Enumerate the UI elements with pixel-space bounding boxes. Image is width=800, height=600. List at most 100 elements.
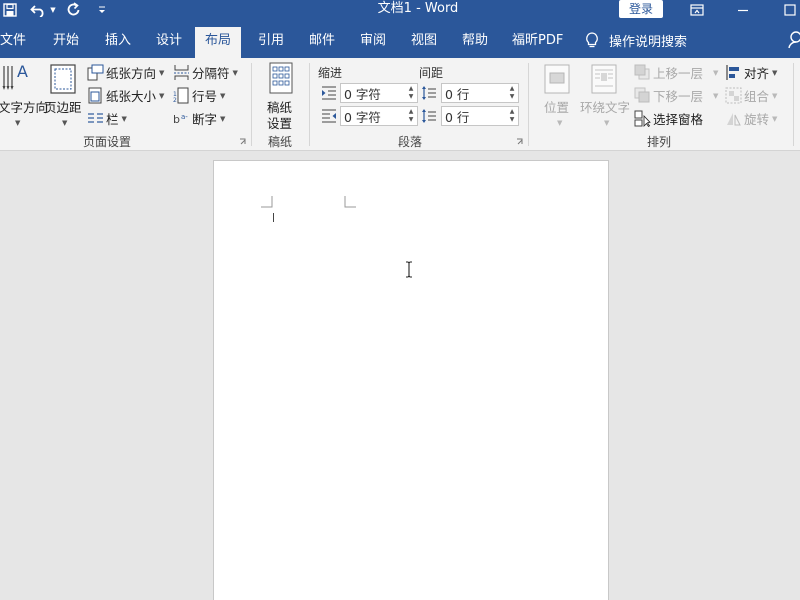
tab-file[interactable]: 文件 (0, 27, 28, 58)
chevron-down-icon: ▼ (62, 119, 68, 127)
spinner-arrows[interactable]: ▲ ▼ (508, 108, 516, 124)
svg-text:A: A (17, 62, 28, 81)
ribbon-display-options-icon[interactable] (687, 0, 707, 19)
hyphenation-button[interactable]: b a- 断字 ▼ (173, 109, 225, 128)
hyphenation-label: 断字 (192, 112, 218, 127)
tab-view[interactable]: 视图 (409, 27, 439, 58)
customize-qat-icon[interactable] (96, 0, 108, 19)
tell-me-search[interactable]: 操作说明搜索 (585, 27, 687, 54)
group-objects-button[interactable]: 组合 ▼ (725, 86, 777, 105)
spinner-arrows[interactable]: ▲ ▼ (407, 85, 415, 101)
text-direction-label: 文字方向 (0, 100, 49, 115)
line-numbers-button[interactable]: 12 行号 ▼ (173, 86, 225, 105)
document-page[interactable] (213, 160, 609, 600)
manuscript-group-label: 稿纸 (268, 135, 293, 149)
minimize-icon[interactable] (733, 0, 753, 19)
spacing-after-icon (420, 107, 438, 125)
tab-design[interactable]: 设计 (154, 27, 184, 58)
spacing-heading: 间距 (419, 66, 444, 80)
chevron-down-icon: ▼ (713, 68, 719, 77)
columns-icon (87, 110, 104, 127)
indent-right-value: 0 字符 (344, 109, 381, 125)
arrange-group-label: 排列 (647, 135, 672, 149)
sign-in-button[interactable]: 登录 (619, 0, 663, 18)
tab-help[interactable]: 帮助 (460, 27, 490, 58)
tab-home[interactable]: 开始 (51, 27, 81, 58)
group-separator (251, 63, 252, 146)
tab-review[interactable]: 审阅 (358, 27, 388, 58)
tab-references[interactable]: 引用 (256, 27, 286, 58)
chevron-down-icon: ▼ (15, 119, 21, 127)
position-button[interactable]: 位置 ▼ (540, 62, 576, 128)
manuscript-label-line2: 设置 (267, 116, 293, 131)
tab-foxit-pdf[interactable]: 福昕PDF (510, 27, 565, 58)
tell-me-label: 操作说明搜索 (609, 35, 688, 50)
maximize-icon[interactable] (780, 0, 800, 19)
position-label: 位置 (544, 100, 570, 115)
undo-icon[interactable] (29, 0, 47, 19)
chevron-down-icon: ▼ (772, 91, 778, 100)
spinner-arrows[interactable]: ▲ ▼ (407, 108, 415, 124)
send-backward-label: 下移一层 (653, 89, 704, 104)
paragraph-group-label: 段落 (398, 135, 423, 149)
tab-layout[interactable]: 布局 (195, 27, 242, 58)
text-direction-button[interactable]: A 文字方向 ▼ (0, 62, 48, 127)
orientation-button[interactable]: 纸张方向 ▼ (87, 63, 164, 82)
selection-pane-button[interactable]: 选择窗格 (634, 109, 703, 128)
rotate-button[interactable]: 旋转 ▼ (725, 109, 777, 128)
paragraph-launcher-icon[interactable] (516, 138, 524, 146)
columns-button[interactable]: 栏 ▼ (87, 109, 127, 128)
spinner-arrows[interactable]: ▲ ▼ (508, 85, 516, 101)
breaks-icon (173, 64, 190, 81)
spacing-after-input[interactable]: 0 行 ▲ ▼ (441, 106, 519, 126)
bring-forward-icon (634, 64, 651, 81)
save-icon[interactable] (2, 0, 18, 19)
chevron-down-icon: ▼ (121, 114, 127, 123)
chevron-down-icon: ▼ (159, 91, 165, 100)
hyphenation-icon: b a- (173, 110, 190, 127)
orientation-icon (87, 64, 104, 81)
orientation-label: 纸张方向 (106, 66, 157, 81)
size-button[interactable]: 纸张大小 ▼ (87, 86, 164, 105)
indent-right-input[interactable]: 0 字符 ▲ ▼ (340, 106, 418, 126)
ribbon-tab-row: 文件 开始 插入 设计 布局 引用 邮件 审阅 视图 帮助 福昕PDF 操作说明… (0, 19, 800, 58)
margins-button[interactable]: 页边距 ▼ (44, 62, 84, 127)
send-backward-button[interactable]: 下移一层 ▼ (634, 86, 718, 105)
tab-mailings[interactable]: 邮件 (307, 27, 337, 58)
indent-heading: 缩进 (318, 66, 343, 80)
manuscript-label-line1: 稿纸 (267, 100, 293, 115)
manuscript-settings-button[interactable]: 稿纸 设置 (263, 62, 299, 131)
page-setup-launcher-icon[interactable] (239, 138, 247, 146)
spacing-before-input[interactable]: 0 行 ▲ ▼ (441, 83, 519, 103)
align-button[interactable]: 对齐 ▼ (725, 63, 777, 82)
send-backward-icon (634, 87, 651, 104)
spacing-after-value: 0 行 (445, 109, 470, 125)
selection-pane-icon (634, 110, 651, 127)
indent-left-value: 0 字符 (344, 86, 381, 102)
document-title: 文档1 - Word (377, 1, 459, 16)
ibeam-cursor-icon (404, 261, 414, 281)
bring-forward-button[interactable]: 上移一层 ▼ (634, 63, 718, 82)
group-objects-label: 组合 (744, 89, 770, 104)
margins-icon (50, 64, 76, 97)
selection-pane-label: 选择窗格 (653, 112, 704, 127)
text-direction-icon: A (2, 62, 32, 97)
share-person-icon[interactable] (788, 31, 800, 52)
wrap-text-button[interactable]: 环绕文字 ▼ (579, 62, 631, 128)
tab-insert[interactable]: 插入 (103, 27, 133, 58)
manuscript-icon (269, 62, 293, 97)
group-objects-icon (725, 87, 742, 104)
redo-icon[interactable] (64, 0, 82, 19)
group-separator (793, 63, 794, 146)
breaks-button[interactable]: 分隔符 ▼ (173, 63, 238, 82)
undo-dropdown-icon[interactable]: ▼ (49, 0, 57, 19)
svg-text:b: b (173, 113, 180, 126)
chevron-down-icon: ▼ (772, 114, 778, 123)
indent-left-input[interactable]: 0 字符 ▲ ▼ (340, 83, 418, 103)
align-label: 对齐 (744, 66, 770, 81)
chevron-down-icon: ▼ (557, 119, 563, 127)
wrap-text-label: 环绕文字 (580, 100, 631, 115)
svg-text:2: 2 (173, 97, 177, 104)
lightbulb-icon (585, 32, 599, 49)
chevron-down-icon: ▼ (220, 91, 226, 100)
